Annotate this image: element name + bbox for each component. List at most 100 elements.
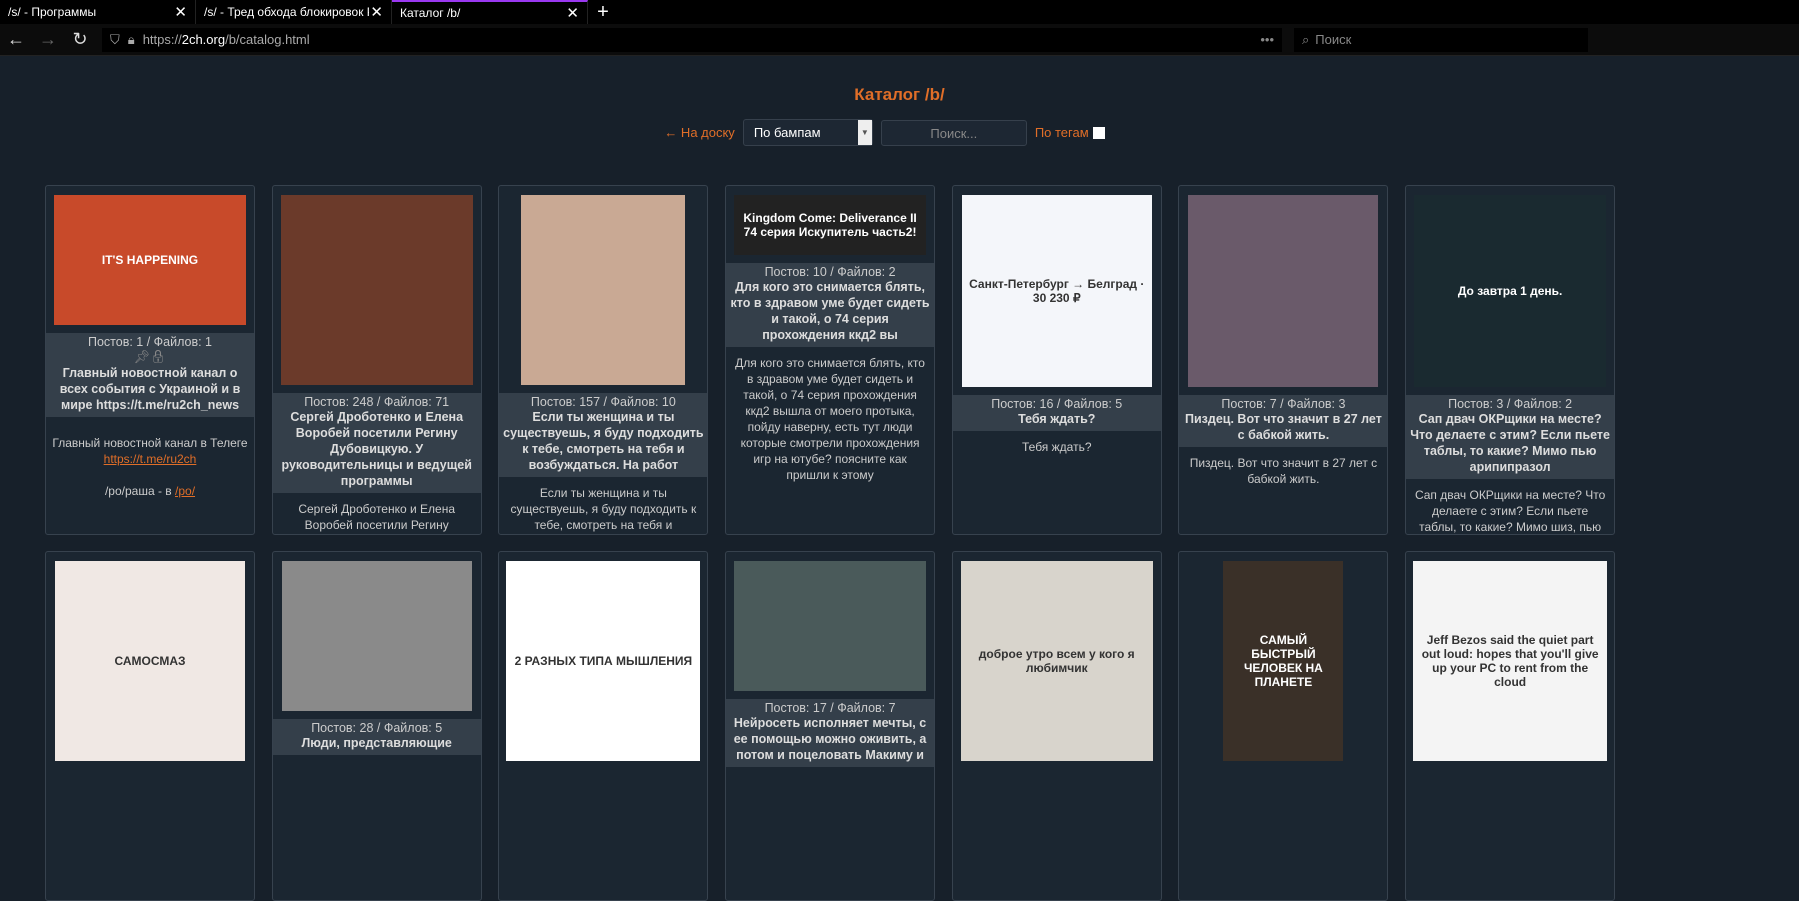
back-to-board-link[interactable]: ← На доску bbox=[664, 125, 735, 140]
tab-programs[interactable]: /s/ - Программы ✕ bbox=[0, 0, 196, 24]
thread-caption: Постов: 17 / Файлов: 7 Нейросеть исполняе… bbox=[726, 699, 935, 767]
thread-thumbnail[interactable]: доброе утро всем у кого я любимчик bbox=[960, 561, 1153, 761]
thread-title: Если ты женщина и ты существуешь, я буду… bbox=[503, 410, 704, 472]
thread-card[interactable]: Постов: 248 / Файлов: 71 Сергей Дроботенк… bbox=[271, 185, 482, 535]
thread-body: Сергей Дроботенко и Елена Воробей посети… bbox=[298, 502, 456, 532]
page-title: Каталог /b/ bbox=[854, 85, 945, 104]
thread-card[interactable]: IT'S HAPPENING Постов: 1 / Файлов: 1 📌︎🔒︎ Г… bbox=[45, 185, 255, 535]
tab-label: /s/ - Программы bbox=[8, 5, 97, 19]
thread-card[interactable]: До завтра 1 день. Постов: 3 / Файлов: 2 Са… bbox=[1405, 185, 1616, 535]
thread-thumbnail[interactable]: 2 РАЗНЫХ ТИПА МЫШЛЕНИЯ bbox=[506, 561, 701, 761]
tab-label: Каталог /b/ bbox=[400, 6, 461, 20]
tab-catalog[interactable]: Каталог /b/ ✕ bbox=[392, 0, 588, 24]
thread-body: Тебя ждать? bbox=[1022, 440, 1092, 454]
thumbnail-text: САМЫЙ БЫСТРЫЙ ЧЕЛОВЕК НА ПЛАНЕТЕ bbox=[1244, 633, 1323, 689]
thread-caption: Постов: 1 / Файлов: 1 📌︎🔒︎ Главный новостн… bbox=[46, 333, 254, 417]
url-prefix: https:// bbox=[142, 32, 182, 47]
thread-card[interactable]: Санкт-Петербург → Белград · 30 230 ₽ Пост… bbox=[951, 185, 1162, 535]
url-path: /b/catalog.html bbox=[225, 32, 310, 47]
shield-icon[interactable]: ⛉ bbox=[110, 32, 120, 48]
search-icon: ⌕ bbox=[1302, 31, 1310, 47]
thread-card[interactable]: Постов: 17 / Файлов: 7 Нейросеть исполняе… bbox=[725, 551, 936, 901]
thread-card[interactable]: Jeff Bezos said the quiet part out loud:… bbox=[1405, 551, 1616, 901]
thread-card[interactable]: Постов: 157 / Файлов: 10 Если ты женщина … bbox=[498, 185, 709, 535]
thumbnail-text: Санкт-Петербург → Белград · 30 230 ₽ bbox=[969, 277, 1145, 305]
more-icon[interactable]: ••• bbox=[1260, 32, 1274, 47]
thread-body: Если ты женщина и ты существуешь, я буду… bbox=[510, 486, 697, 532]
tab-bar: /s/ - Программы ✕ /s/ - Тред обхода блоки… bbox=[0, 0, 1799, 24]
thread-title: Главный новостной канал о всех события с… bbox=[59, 366, 241, 412]
thread-stats: Постов: 7 / Файлов: 3 bbox=[1221, 397, 1346, 411]
thread-stats: Постов: 28 / Файлов: 5 bbox=[311, 721, 443, 735]
close-icon[interactable]: ✕ bbox=[566, 4, 579, 22]
thread-body: Главный новостной канал в Телеге bbox=[52, 436, 248, 450]
lock-icon: 🔒︎ bbox=[127, 31, 135, 47]
thread-title: Сергей Дроботенко и Елена Воробей посети… bbox=[281, 410, 472, 488]
thread-caption: Постов: 16 / Файлов: 5 Тебя ждать? bbox=[952, 395, 1161, 431]
thumbnail-text: Kingdom Come: Deliverance II 74 серия Ис… bbox=[743, 211, 917, 239]
thread-card[interactable]: доброе утро всем у кого я любимчик bbox=[951, 551, 1162, 901]
chevron-down-icon: ▼ bbox=[857, 120, 872, 145]
thread-body: Пиздец. Вот что значит в 27 лет с бабкой… bbox=[1189, 456, 1378, 486]
thumbnail-text: До завтра 1 день. bbox=[1457, 284, 1563, 298]
thread-stats: Постов: 1 / Файлов: 1 bbox=[87, 335, 213, 349]
thread-thumbnail[interactable] bbox=[521, 195, 686, 385]
url-host: 2ch.org bbox=[181, 32, 226, 47]
forward-icon[interactable]: → bbox=[38, 29, 58, 50]
thread-caption: Постов: 248 / Файлов: 71 Сергей Дроботенк… bbox=[272, 393, 481, 493]
thread-card[interactable]: Постов: 7 / Файлов: 3 Пиздец. Вот что зна… bbox=[1178, 185, 1389, 535]
thread-card[interactable]: САМОСМАЗ bbox=[45, 551, 255, 901]
thread-thumbnail[interactable] bbox=[280, 195, 473, 385]
thread-title: Пиздец. Вот что значит в 27 лет с бабкой… bbox=[1185, 412, 1382, 442]
thread-stats: Постов: 248 / Файлов: 71 bbox=[304, 395, 450, 409]
thread-stats: Постов: 157 / Файлов: 10 bbox=[530, 395, 676, 409]
search-placeholder: Поиск bbox=[1315, 32, 1352, 47]
thread-title: Для кого это снимается блять, кто в здра… bbox=[730, 280, 930, 342]
thread-body: Для кого это снимается блять, кто в здра… bbox=[735, 356, 925, 482]
catalog-search-input[interactable]: Поиск... bbox=[880, 119, 1027, 146]
thumbnail-text: 2 РАЗНЫХ ТИПА МЫШЛЕНИЯ bbox=[514, 654, 693, 668]
back-icon[interactable]: ← bbox=[6, 29, 26, 50]
reload-icon[interactable]: ↻ bbox=[70, 29, 90, 50]
thumbnail-text: САМОСМАЗ bbox=[114, 654, 186, 668]
thread-thumbnail[interactable]: Санкт-Петербург → Белград · 30 230 ₽ bbox=[961, 195, 1152, 387]
thread-card[interactable]: САМЫЙ БЫСТРЫЙ ЧЕЛОВЕК НА ПЛАНЕТЕ bbox=[1178, 551, 1389, 901]
thread-caption: Постов: 3 / Файлов: 2 Сап двач ОКРщики на… bbox=[1406, 395, 1615, 479]
po-board-link[interactable]: /po/ bbox=[175, 484, 195, 498]
thread-thumbnail[interactable]: До завтра 1 день. bbox=[1414, 195, 1607, 387]
thread-stats: Постов: 17 / Файлов: 7 bbox=[764, 701, 896, 715]
nav-bar: ← → ↻ ⛉ 🔒︎ https://2ch.org/b/catalog.htm… bbox=[0, 24, 1799, 56]
thread-stats: Постов: 10 / Файлов: 2 bbox=[764, 265, 896, 279]
thread-thumbnail[interactable]: Jeff Bezos said the quiet part out loud:… bbox=[1413, 561, 1608, 761]
tags-link[interactable]: По тегам bbox=[1035, 125, 1089, 140]
thread-body: Сап двач ОКРщики на месте? Что делаете с… bbox=[1414, 488, 1606, 534]
thread-thumbnail[interactable]: Kingdom Come: Deliverance II 74 серия Ис… bbox=[734, 195, 927, 255]
sort-value: По бампам bbox=[753, 125, 821, 140]
thread-body: /ро/раша - в bbox=[104, 484, 176, 498]
thread-thumbnail[interactable]: IT'S HAPPENING bbox=[54, 195, 246, 325]
pin-icon: 📌︎🔒︎ bbox=[133, 349, 167, 364]
new-tab-button[interactable]: + bbox=[588, 0, 618, 24]
thread-stats: Постов: 16 / Файлов: 5 bbox=[991, 397, 1123, 411]
browser-search[interactable]: ⌕ Поиск bbox=[1294, 27, 1588, 52]
close-icon[interactable]: ✕ bbox=[370, 3, 383, 21]
thread-title: Люди, представляющие bbox=[301, 736, 452, 750]
thread-card[interactable]: 2 РАЗНЫХ ТИПА МЫШЛЕНИЯ bbox=[498, 551, 709, 901]
thread-thumbnail[interactable] bbox=[281, 561, 472, 711]
thread-thumbnail[interactable] bbox=[734, 561, 927, 691]
telegram-link[interactable]: https://t.me/ru2ch bbox=[104, 452, 197, 466]
thread-title: Нейросеть исполняет мечты, с ее помощью … bbox=[733, 716, 927, 762]
tags-checkbox[interactable] bbox=[1092, 126, 1105, 139]
sort-select[interactable]: По бампам ▼ bbox=[742, 119, 873, 146]
thread-title: Тебя ждать? bbox=[1018, 412, 1096, 426]
thread-thumbnail[interactable] bbox=[1188, 195, 1379, 387]
thread-caption: Постов: 7 / Файлов: 3 Пиздец. Вот что зна… bbox=[1179, 395, 1388, 447]
thread-card[interactable]: Постов: 28 / Файлов: 5 Люди, представляющ… bbox=[271, 551, 482, 901]
thread-thumbnail[interactable]: САМЫЙ БЫСТРЫЙ ЧЕЛОВЕК НА ПЛАНЕТЕ bbox=[1223, 561, 1344, 761]
thread-card[interactable]: Kingdom Come: Deliverance II 74 серия Ис… bbox=[725, 185, 936, 535]
tab-rkn[interactable]: /s/ - Тред обхода блокировок PKH✕ bbox=[196, 0, 392, 24]
thread-thumbnail[interactable]: САМОСМАЗ bbox=[55, 561, 245, 761]
thread-caption: Постов: 28 / Файлов: 5 Люди, представляющ… bbox=[272, 719, 481, 755]
close-icon[interactable]: ✕ bbox=[174, 3, 187, 21]
url-bar[interactable]: ⛉ 🔒︎ https://2ch.org/b/catalog.html ••• bbox=[102, 27, 1282, 52]
